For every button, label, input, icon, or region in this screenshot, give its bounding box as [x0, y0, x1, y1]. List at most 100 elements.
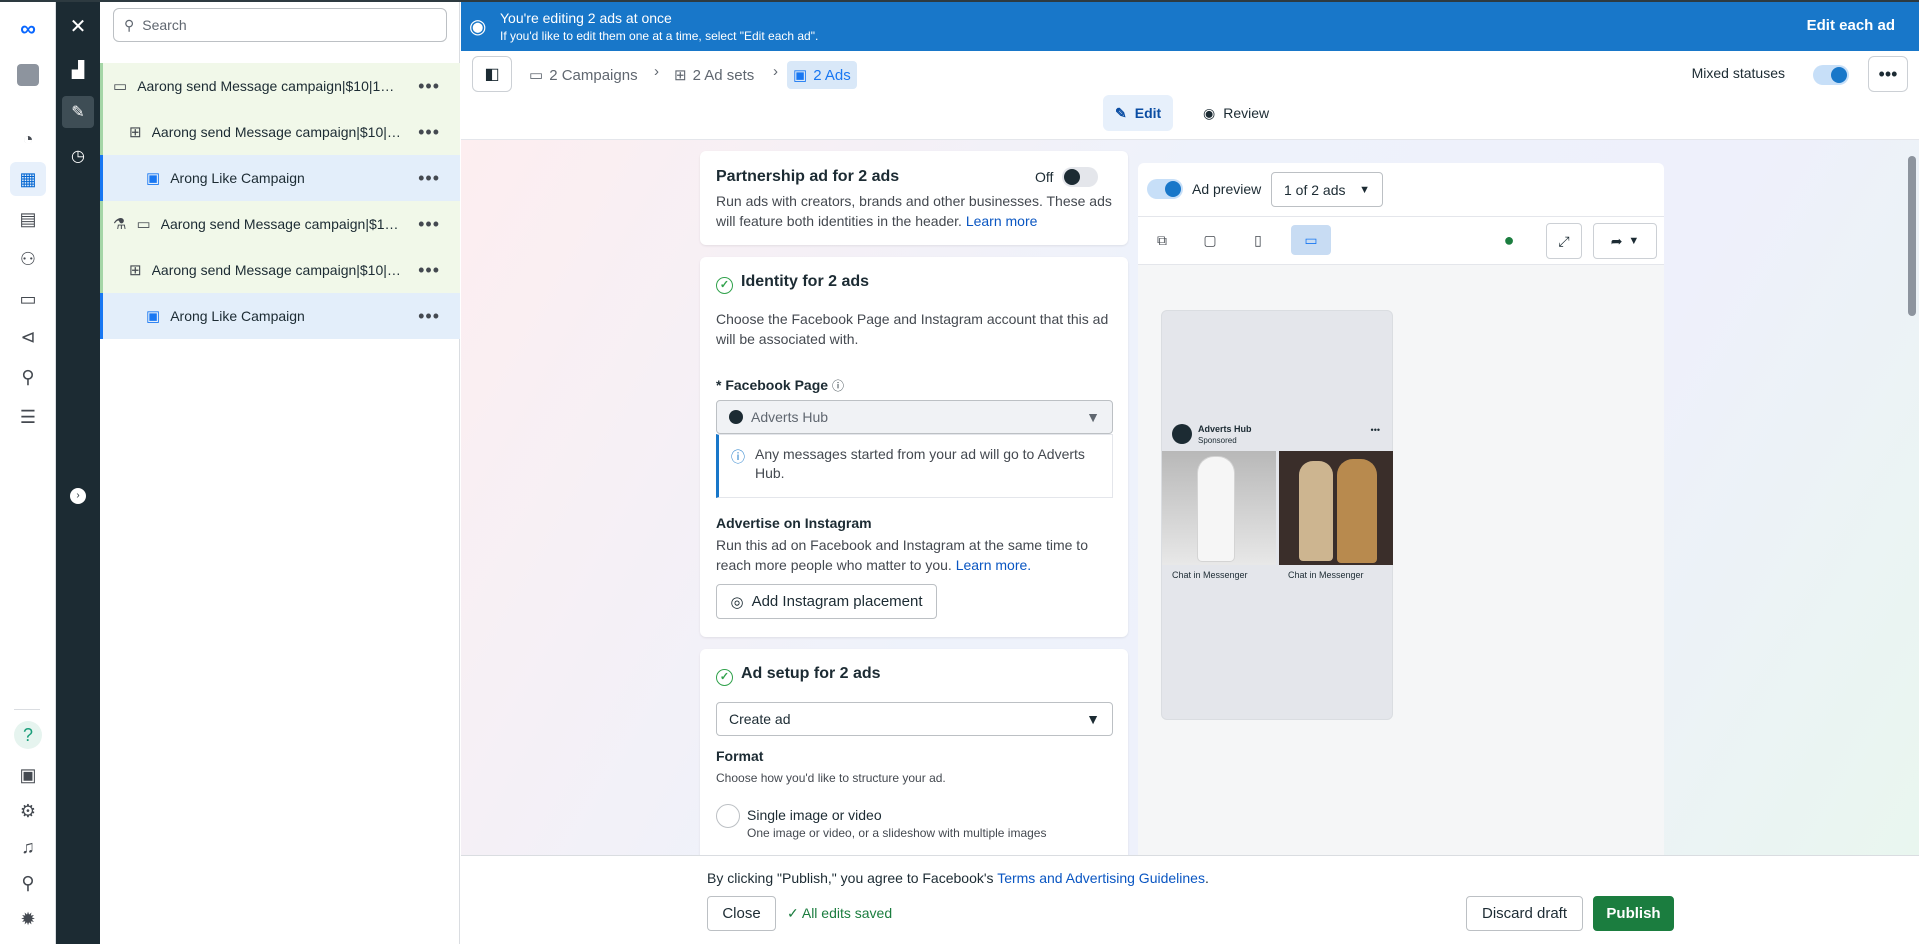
billing-icon[interactable]: ▭ [10, 282, 46, 316]
adset-grid-icon: ⊞ [129, 124, 142, 141]
cta-label-2: Chat in Messenger [1288, 570, 1364, 580]
meta-logo-icon[interactable]: ∞ [10, 12, 46, 46]
canvas-scrollbar[interactable] [1907, 146, 1917, 846]
facebook-page-label: * Facebook Page ⓘ [716, 377, 844, 394]
edit-each-ad-button[interactable]: Edit each ad [1807, 17, 1895, 34]
instagram-title: Advertise on Instagram [716, 515, 872, 531]
adset-grid-icon: ⊞ [674, 67, 687, 84]
ad-counter-select[interactable]: 1 of 2 ads ▼ [1271, 172, 1383, 207]
close-button[interactable]: Close [707, 896, 776, 931]
notifications-bell-icon[interactable]: ♫ [10, 830, 46, 864]
discard-draft-button[interactable]: Discard draft [1466, 896, 1583, 931]
expand-chevron-icon[interactable]: › [62, 480, 94, 512]
audiences-icon[interactable]: ⚇ [10, 242, 46, 276]
chevron-down-icon: ▼ [1086, 409, 1100, 425]
format-radio[interactable] [716, 804, 740, 828]
terms-link[interactable]: Terms and Advertising Guidelines [997, 870, 1205, 886]
tree-row-campaign[interactable]: ⚗ ▭ Aarong send Message campaign|$10|...… [100, 201, 460, 247]
history-clock-icon[interactable]: ◷ [62, 140, 94, 172]
business-tools-icon[interactable]: ⚲ [10, 360, 46, 394]
format-title: Format [716, 748, 764, 764]
breadcrumb-ads[interactable]: ▣ 2 Ads [787, 61, 857, 89]
chart-icon[interactable]: ▟ [62, 54, 94, 86]
carousel-image-2 [1279, 451, 1393, 565]
facebook-page-select[interactable]: Adverts Hub ▼ [716, 400, 1113, 434]
tree-row-ad[interactable]: ▣ Arong Like Campaign ••• [100, 293, 460, 339]
all-tools-menu-icon[interactable]: ☰ [10, 400, 46, 434]
identity-title-text: Identity for 2 ads [741, 273, 870, 290]
tree-row-campaign[interactable]: ▭ Aarong send Message campaign|$10|10 ..… [100, 63, 460, 109]
cta-label-1: Chat in Messenger [1172, 570, 1248, 580]
dashboard-icon[interactable]: ◔ [10, 122, 46, 156]
horizontal-format-icon[interactable]: ▭ [1291, 225, 1331, 255]
ad-setup-select[interactable]: Create ad ▼ [716, 702, 1113, 736]
account-avatar[interactable] [10, 58, 46, 92]
edit-pencil-icon[interactable]: ✎ [62, 96, 94, 128]
scrollbar-thumb[interactable] [1908, 156, 1916, 316]
more-options-button[interactable]: ••• [1868, 56, 1908, 92]
search-icon[interactable]: ⚲ [10, 866, 46, 900]
ad-setup-title-text: Ad setup for 2 ads [741, 665, 881, 682]
adset-grid-icon: ⊞ [129, 262, 142, 279]
more-options-icon[interactable]: ••• [418, 214, 440, 235]
expand-preview-icon[interactable]: ⤢ [1546, 223, 1582, 259]
breadcrumb-campaigns[interactable]: ▭ 2 Campaigns [523, 61, 644, 89]
partnership-toggle[interactable] [1062, 167, 1098, 187]
mixed-statuses-label: Mixed statuses [1691, 65, 1785, 81]
ad-preview-toggle[interactable] [1147, 179, 1183, 199]
close-icon[interactable]: ✕ [62, 10, 94, 42]
square-format-icon[interactable]: ▢ [1195, 225, 1225, 255]
toggle-knob [1831, 67, 1847, 83]
learn-more-link[interactable]: Learn more [966, 213, 1038, 229]
tab-review[interactable]: ◉ Review [1191, 95, 1281, 131]
identity-card: ✓ Identity for 2 ads Choose the Facebook … [700, 257, 1128, 637]
news-icon[interactable]: ▣ [10, 758, 46, 792]
tree-row-ad[interactable]: ▣ Arong Like Campaign ••• [100, 155, 460, 201]
campaign-tree-panel: ⚲ Search ▭ Aarong send Message campaign|… [100, 2, 460, 944]
share-icon: ➦ [1610, 232, 1623, 249]
more-options-icon: ••• [1370, 425, 1380, 435]
chevron-down-icon: ▼ [1628, 235, 1640, 247]
debug-bug-icon[interactable]: ✹ [10, 902, 46, 936]
toggle-panel-button[interactable]: ◧ [472, 56, 512, 92]
more-options-icon[interactable]: ••• [418, 260, 440, 281]
eye-icon: ◉ [469, 16, 487, 38]
add-instagram-placement-button[interactable]: ◎ Add Instagram placement [716, 584, 937, 619]
sidebar-panel-icon: ◧ [484, 66, 500, 83]
more-options-icon[interactable]: ••• [418, 76, 440, 97]
terms-prefix: By clicking "Publish," you agree to Face… [707, 870, 994, 886]
tree-row-adset[interactable]: ⊞ Aarong send Message campaign|$10|1... … [100, 247, 460, 293]
reports-icon[interactable]: ▤ [10, 202, 46, 236]
search-input[interactable]: ⚲ Search [113, 8, 447, 42]
message-info-box: ⓘ Any messages started from your ad will… [716, 434, 1113, 498]
more-options-icon[interactable]: ••• [418, 306, 440, 327]
instagram-icon: ◎ [730, 593, 744, 611]
campaigns-megaphone-icon[interactable]: ⊲ [10, 320, 46, 354]
ad-icon: ▣ [146, 170, 161, 187]
editor-side-rail: ✕ ▟ ✎ ◷ › [56, 2, 100, 944]
edit-pencil-icon: ✎ [1115, 104, 1127, 121]
publish-button[interactable]: Publish [1593, 896, 1674, 931]
tree-row-adset[interactable]: ⊞ Aarong send Message campaign|$10|1... … [100, 109, 460, 155]
more-options-icon[interactable]: ••• [418, 122, 440, 143]
help-icon[interactable]: ? [10, 718, 46, 752]
share-preview-button[interactable]: ➦ ▼ [1593, 223, 1657, 259]
instagram-learn-more-link[interactable]: Learn more. [956, 557, 1031, 573]
tree-row-label: Aarong send Message campaign|$10|10 ... [137, 78, 398, 94]
breadcrumb-adsets[interactable]: ⊞ 2 Ad sets [668, 61, 760, 89]
settings-gear-icon[interactable]: ⚙ [10, 794, 46, 828]
tab-edit[interactable]: ✎ Edit [1103, 95, 1174, 131]
breadcrumb-label: 2 Ads [813, 66, 851, 84]
ads-manager-table-icon[interactable]: ▦ [10, 162, 46, 196]
tree-row-label: Aarong send Message campaign|$10|1... [151, 124, 402, 140]
partnership-toggle-label: Off [1035, 169, 1054, 185]
more-options-icon[interactable]: ••• [418, 168, 440, 189]
vertical-format-icon[interactable]: ▯ [1243, 225, 1273, 255]
all-placements-icon[interactable]: ⧉ [1147, 225, 1177, 255]
status-toggle[interactable] [1813, 65, 1849, 85]
chevron-down-icon: ▼ [1359, 183, 1370, 196]
format-option-desc: One image or video, or a slideshow with … [747, 826, 1047, 840]
ad-setup-title: ✓ Ad setup for 2 ads [716, 665, 881, 686]
check-icon: ✓ [787, 905, 799, 921]
chevron-right-icon: › [654, 63, 659, 80]
